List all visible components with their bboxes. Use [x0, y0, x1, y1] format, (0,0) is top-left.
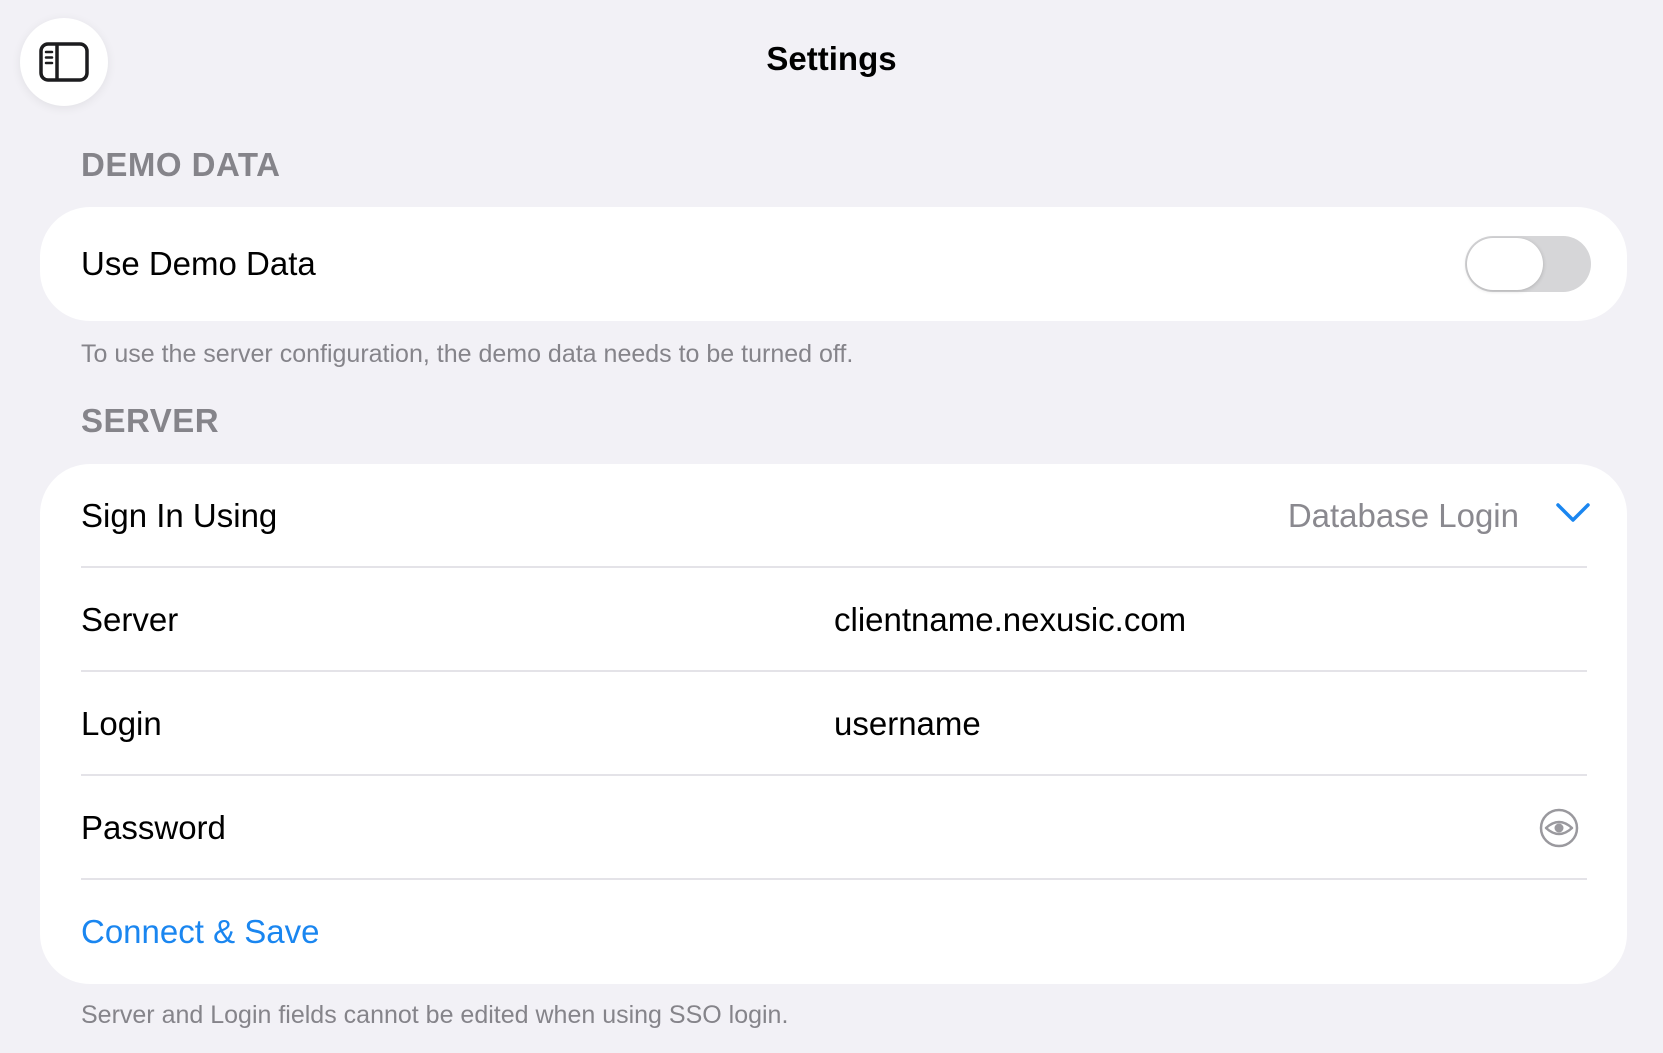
server-card: Sign In Using Database Login Server clie… [40, 464, 1627, 984]
use-demo-data-label: Use Demo Data [81, 245, 316, 282]
login-row: Login username [40, 672, 1627, 776]
password-row: Password [40, 776, 1627, 880]
server-label: Server [81, 601, 179, 638]
connect-save-button[interactable]: Connect & Save [81, 913, 319, 951]
password-label: Password [81, 809, 226, 846]
login-field[interactable]: username [834, 705, 981, 743]
toggle-knob [1467, 238, 1543, 290]
section-header-demo-data: DEMO DATA [81, 146, 281, 183]
use-demo-data-row: Use Demo Data [40, 207, 1627, 321]
server-row: Server clientname.nexusic.com [40, 568, 1627, 672]
section-header-server: SERVER [81, 402, 220, 439]
login-label: Login [81, 705, 162, 742]
use-demo-data-toggle[interactable] [1465, 236, 1591, 292]
page-title: Settings [766, 40, 897, 77]
demo-data-footer-note: To use the server configuration, the dem… [81, 340, 854, 368]
server-field[interactable]: clientname.nexusic.com [834, 601, 1186, 639]
navigation-bar: Settings [0, 0, 1663, 130]
server-footer-note: Server and Login fields cannot be edited… [81, 1001, 789, 1029]
connect-save-row: Connect & Save [40, 880, 1627, 984]
sign-in-using-row[interactable]: Sign In Using Database Login [40, 464, 1627, 568]
eye-icon[interactable] [1539, 808, 1579, 848]
sign-in-using-label: Sign In Using [81, 497, 278, 534]
password-field[interactable] [834, 808, 1434, 848]
demo-data-card: Use Demo Data [40, 207, 1627, 321]
sign-in-method-select[interactable]: Database Login [1288, 497, 1519, 535]
chevron-down-icon[interactable] [1555, 500, 1591, 526]
